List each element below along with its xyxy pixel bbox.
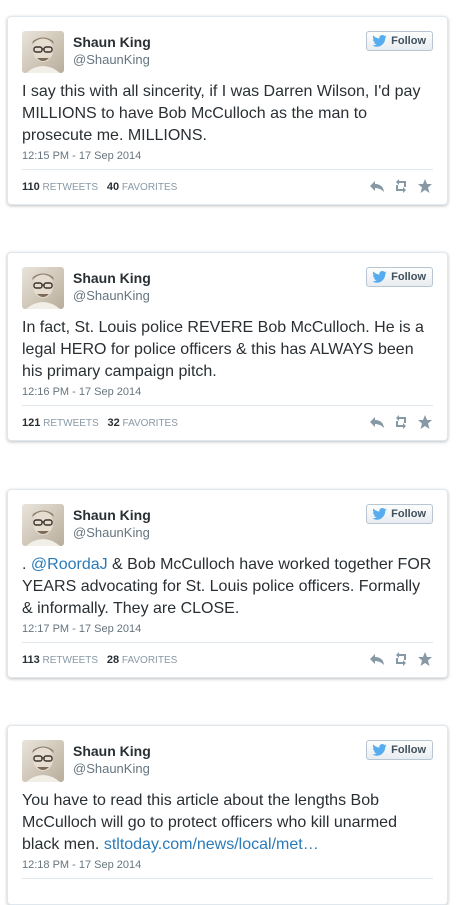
- tweet-card: Shaun King @ShaunKing Follow I say this …: [7, 16, 448, 205]
- author-name[interactable]: Shaun King: [73, 269, 151, 287]
- avatar[interactable]: [22, 31, 64, 73]
- tweet-header: Shaun King @ShaunKing Follow: [22, 504, 433, 548]
- favorite-count[interactable]: 28: [107, 654, 119, 666]
- tweet-timestamp[interactable]: 12:15 PM - 17 Sep 2014: [22, 150, 141, 162]
- tweet-actions: [369, 178, 433, 194]
- tweet-actions: [369, 651, 433, 667]
- avatar[interactable]: [22, 740, 64, 782]
- author-info: Shaun King @ShaunKing: [73, 506, 151, 541]
- follow-button[interactable]: Follow: [366, 740, 433, 760]
- avatar[interactable]: [22, 504, 64, 546]
- author-handle[interactable]: @ShaunKing: [73, 760, 151, 777]
- follow-button[interactable]: Follow: [366, 31, 433, 51]
- author-info: Shaun King @ShaunKing: [73, 742, 151, 777]
- retweet-icon[interactable]: [393, 651, 409, 667]
- star-icon[interactable]: [417, 651, 433, 667]
- favorites-label: FAVORITES: [122, 418, 178, 429]
- star-icon[interactable]: [417, 178, 433, 194]
- author-handle[interactable]: @ShaunKing: [73, 287, 151, 304]
- tweet-timestamp[interactable]: 12:16 PM - 17 Sep 2014: [22, 386, 141, 398]
- tweet-timestamp[interactable]: 12:17 PM - 17 Sep 2014: [22, 623, 141, 635]
- tweet-text: . @RoordaJ & Bob McCulloch have worked t…: [22, 554, 433, 620]
- follow-button[interactable]: Follow: [366, 267, 433, 287]
- favorites-label: FAVORITES: [121, 655, 178, 666]
- retweet-count[interactable]: 110: [22, 181, 40, 193]
- tweet-timestamp[interactable]: 12:18 PM - 17 Sep 2014: [22, 859, 141, 871]
- retweets-label: RETWEETS: [43, 418, 99, 429]
- tweet-stats: 121 RETWEETS 32 FAVORITES: [22, 417, 178, 429]
- star-icon[interactable]: [417, 414, 433, 430]
- follow-label: Follow: [391, 271, 426, 283]
- retweet-icon[interactable]: [393, 178, 409, 194]
- author-handle[interactable]: @ShaunKing: [73, 524, 151, 541]
- twitter-bird-icon: [372, 744, 387, 756]
- reply-icon[interactable]: [369, 178, 385, 194]
- divider: [22, 169, 433, 170]
- reply-icon[interactable]: [369, 651, 385, 667]
- tweet-text: You have to read this article about the …: [22, 790, 433, 856]
- twitter-bird-icon: [372, 508, 387, 520]
- tweet-text: I say this with all sincerity, if I was …: [22, 83, 421, 144]
- retweet-count[interactable]: 121: [22, 417, 40, 429]
- author-name[interactable]: Shaun King: [73, 742, 151, 760]
- author-info: Shaun King @ShaunKing: [73, 269, 151, 304]
- tweet-text: In fact, St. Louis police REVERE Bob McC…: [22, 319, 424, 380]
- author-info: Shaun King @ShaunKing: [73, 33, 151, 68]
- tweet-card: Shaun King @ShaunKing Follow . @RoordaJ …: [7, 489, 448, 678]
- author-handle[interactable]: @ShaunKing: [73, 51, 151, 68]
- retweet-icon[interactable]: [393, 414, 409, 430]
- tweet-card: Shaun King @ShaunKing Follow In fact, St…: [7, 252, 448, 441]
- tweet-stats: 113 RETWEETS 28 FAVORITES: [22, 654, 177, 666]
- avatar[interactable]: [22, 267, 64, 309]
- tweet-card: Shaun King @ShaunKing Follow You have to…: [7, 725, 448, 905]
- author-name[interactable]: Shaun King: [73, 506, 151, 524]
- favorite-count[interactable]: 40: [107, 181, 119, 193]
- tweet-stats: 110 RETWEETS 40 FAVORITES: [22, 181, 177, 193]
- divider: [22, 405, 433, 406]
- twitter-bird-icon: [372, 271, 387, 283]
- favorite-count[interactable]: 32: [107, 417, 119, 429]
- tweet-actions: [369, 414, 433, 430]
- tweet-header: Shaun King @ShaunKing Follow: [22, 267, 433, 311]
- follow-label: Follow: [391, 508, 426, 520]
- mention-link[interactable]: @RoordaJ: [31, 556, 108, 573]
- retweets-label: RETWEETS: [42, 182, 99, 193]
- divider: [22, 878, 433, 879]
- tweet-header: Shaun King @ShaunKing Follow: [22, 31, 433, 75]
- follow-label: Follow: [391, 744, 426, 756]
- tweet-feed: Shaun King @ShaunKing Follow I say this …: [0, 0, 459, 905]
- article-link[interactable]: stltoday.com/news/local/met…: [104, 836, 319, 853]
- favorites-label: FAVORITES: [121, 182, 178, 193]
- divider: [22, 642, 433, 643]
- follow-button[interactable]: Follow: [366, 504, 433, 524]
- text-prefix: .: [22, 556, 31, 573]
- tweet-header: Shaun King @ShaunKing Follow: [22, 740, 433, 784]
- twitter-bird-icon: [372, 35, 387, 47]
- retweet-count[interactable]: 113: [22, 654, 40, 666]
- reply-icon[interactable]: [369, 414, 385, 430]
- follow-label: Follow: [391, 35, 426, 47]
- retweets-label: RETWEETS: [42, 655, 99, 666]
- author-name[interactable]: Shaun King: [73, 33, 151, 51]
